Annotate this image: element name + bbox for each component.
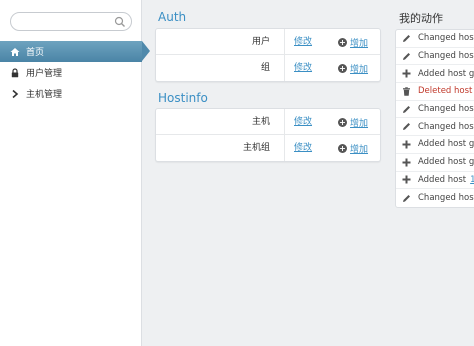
model-name[interactable]: 主机: [156, 109, 270, 135]
home-icon: [10, 47, 20, 57]
sidebar-item-label: 用户管理: [26, 69, 63, 79]
sidebar-item-user-management[interactable]: 用户管理: [0, 62, 150, 83]
action-text: Added host gr: [418, 157, 474, 168]
action-text: Changed host: [418, 104, 474, 115]
sidebar: 首页 用户管理 主机管理: [0, 0, 150, 346]
list-item[interactable]: Changed host: [396, 101, 474, 119]
model-name[interactable]: 主机组: [156, 135, 270, 161]
table-row: 主机组 修改 + 增加: [156, 135, 380, 161]
add-link-label: 增加: [350, 144, 369, 155]
list-item[interactable]: Changed host: [396, 48, 474, 66]
add-link[interactable]: + 增加: [338, 109, 368, 135]
search-icon[interactable]: [114, 16, 126, 28]
action-text: Changed host: [418, 193, 474, 204]
plus-icon: [402, 158, 411, 167]
change-link[interactable]: 修改: [294, 29, 312, 55]
pencil-icon: [402, 194, 411, 203]
pencil-icon: [402, 105, 411, 114]
column-divider: [284, 135, 285, 161]
change-link[interactable]: 修改: [294, 109, 312, 135]
action-text: Changed host: [418, 33, 474, 44]
sidebar-item-label: 首页: [26, 48, 45, 58]
sidebar-nav: 首页 用户管理 主机管理: [0, 41, 150, 104]
action-text: Added host gr: [418, 139, 474, 150]
pencil-icon: [402, 52, 411, 61]
plus-icon: [402, 69, 411, 78]
sidebar-item-host-management[interactable]: 主机管理: [0, 83, 150, 104]
action-text: Added host gr: [418, 68, 474, 79]
list-item[interactable]: Added host gr: [396, 65, 474, 84]
action-text: Added host: [418, 174, 467, 185]
action-text: Deleted host: [418, 86, 473, 97]
add-link[interactable]: + 增加: [338, 29, 368, 55]
hostinfo-module: 主机 修改 + 增加 主机组 修改 + 增加: [155, 108, 381, 162]
change-link[interactable]: 修改: [294, 135, 312, 161]
recent-actions-panel: 我的动作 Changed host Changed host Added hos…: [395, 0, 474, 346]
table-row: 主机 修改 + 增加: [156, 109, 380, 135]
table-row: 组 修改 + 增加: [156, 55, 380, 81]
plus-circle-icon: +: [338, 37, 347, 47]
plus-icon: [402, 140, 411, 149]
action-link[interactable]: 1: [470, 175, 474, 185]
list-item[interactable]: Added host 1: [396, 172, 474, 190]
add-link-label: 增加: [350, 118, 369, 129]
add-link-label: 增加: [350, 38, 369, 49]
column-divider: [284, 55, 285, 81]
chevron-right-icon: [10, 89, 20, 99]
lock-icon: [10, 67, 20, 78]
action-text: Changed host: [418, 121, 474, 132]
column-divider: [284, 29, 285, 55]
add-link[interactable]: + 增加: [338, 135, 368, 161]
auth-module: 用户 修改 + 增加 组 修改 + 增加: [155, 28, 381, 82]
add-link-label: 增加: [350, 64, 369, 75]
search-input[interactable]: [19, 15, 115, 28]
pencil-icon: [402, 34, 411, 43]
trash-icon: [402, 87, 411, 96]
list-item[interactable]: Added host gr: [396, 136, 474, 154]
model-name[interactable]: 用户: [156, 29, 270, 55]
table-row: 用户 修改 + 增加: [156, 29, 380, 55]
list-item[interactable]: Changed host: [396, 30, 474, 48]
sidebar-item-label: 主机管理: [26, 90, 63, 100]
pencil-icon: [402, 122, 411, 131]
list-item[interactable]: Added host gr: [396, 154, 474, 172]
auth-section-title[interactable]: Auth: [158, 10, 186, 24]
list-item[interactable]: Deleted host: [396, 83, 474, 101]
plus-circle-icon: +: [338, 143, 347, 153]
recent-actions-title: 我的动作: [399, 12, 443, 25]
action-text: Changed host: [418, 51, 474, 62]
model-name[interactable]: 组: [156, 55, 270, 81]
add-link[interactable]: + 增加: [338, 55, 368, 81]
change-link[interactable]: 修改: [294, 55, 312, 81]
plus-circle-icon: +: [338, 63, 347, 73]
list-item[interactable]: Changed host: [396, 189, 474, 207]
column-divider: [284, 109, 285, 135]
plus-circle-icon: +: [338, 117, 347, 127]
recent-actions-list: Changed host Changed host Added host gr …: [395, 29, 474, 208]
plus-icon: [402, 175, 411, 184]
sidebar-item-home[interactable]: 首页: [0, 41, 150, 62]
list-item[interactable]: Changed host: [396, 118, 474, 137]
hostinfo-section-title[interactable]: Hostinfo: [158, 91, 208, 105]
search-box[interactable]: [10, 12, 132, 31]
